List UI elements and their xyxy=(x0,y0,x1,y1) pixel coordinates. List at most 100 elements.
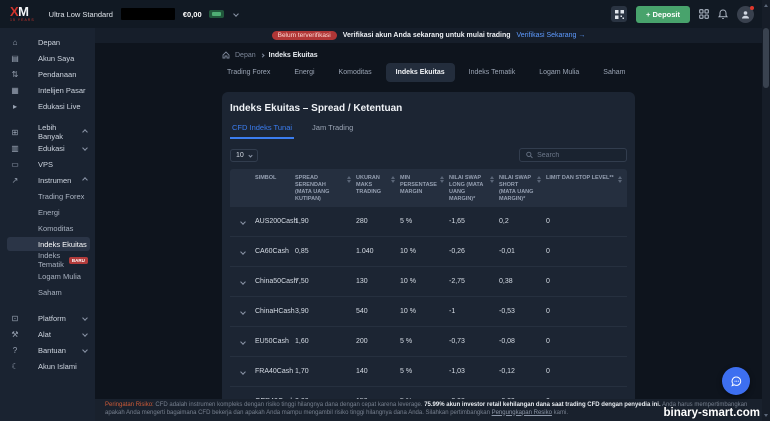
risk-disclosure-link[interactable]: Pengungkapan Resiko xyxy=(492,410,552,416)
expand-row-button[interactable] xyxy=(230,370,255,374)
sidebar-item-trading-forex[interactable]: Trading Forex xyxy=(0,188,95,204)
tab-indeks-ekuitas[interactable]: Indeks Ekuitas xyxy=(386,63,455,82)
sidebar-item-vps[interactable]: ▭VPS xyxy=(0,156,95,172)
sidebar-item-lebih-banyak[interactable]: ⊞Lebih Banyak xyxy=(0,124,95,140)
chevron-down-icon xyxy=(240,369,246,375)
notifications-button[interactable] xyxy=(718,9,728,20)
column-header-min-persentase-margin[interactable]: MIN PERSENTASE MARGIN xyxy=(400,175,449,196)
chat-button[interactable] xyxy=(722,367,750,395)
sidebar-item-pendanaan[interactable]: ⇅Pendanaan xyxy=(0,66,95,82)
expand-row-button[interactable] xyxy=(230,220,255,224)
sidebar-item-label: Platform xyxy=(38,314,66,323)
sidebar-item-instrumen[interactable]: ↗Instrumen xyxy=(0,172,95,188)
sidebar-item-alat[interactable]: ⚒Alat xyxy=(0,326,95,342)
search-box[interactable] xyxy=(519,148,627,162)
sort-icon[interactable] xyxy=(537,175,541,204)
deposit-button[interactable]: + Deposit xyxy=(636,6,690,23)
sidebar-item-depan[interactable]: ⌂Depan xyxy=(0,34,95,50)
sidebar-item-bantuan[interactable]: ?Bantuan xyxy=(0,342,95,358)
apps-grid-button[interactable] xyxy=(699,9,709,19)
table-header-row: SIMBOL SPREAD SERENDAH (MATA UANG KUTIPAN… xyxy=(230,169,627,207)
sidebar-item-label: Instrumen xyxy=(38,176,71,185)
sort-icon[interactable] xyxy=(440,175,444,196)
sidebar-item-label: Energi xyxy=(38,208,60,217)
page-title: Indeks Ekuitas – Spread / Ketentuan xyxy=(230,103,627,114)
sidebar-item-edukasi-live[interactable]: ▸ Edukasi Live xyxy=(0,98,95,114)
table-row[interactable]: China50Cash7,5013010 %-2,750,380 xyxy=(230,267,627,297)
scroll-up-icon[interactable] xyxy=(764,4,768,7)
sort-icon[interactable] xyxy=(618,175,622,183)
sidebar-item-edukasi[interactable]: ▥Edukasi xyxy=(0,140,95,156)
qr-code-button[interactable] xyxy=(611,6,627,22)
sidebar-item-akun-islami[interactable]: ☾Akun Islami xyxy=(0,358,95,374)
verify-now-link[interactable]: Verifikasi Sekarang → xyxy=(517,32,586,39)
expand-row-button[interactable] xyxy=(230,250,255,254)
account-switcher-chevron-icon[interactable] xyxy=(233,11,239,17)
value-cell: 0 xyxy=(546,368,627,375)
user-avatar[interactable] xyxy=(737,6,754,23)
table-row[interactable]: FRA40Cash1,701405 %-1,03-0,120 xyxy=(230,357,627,387)
column-header-nilai-swap-short-mata-uang-margin[interactable]: NILAI SWAP SHORT (MATA UANG MARGIN)* xyxy=(499,175,546,204)
symbol-cell: ChinaHCash xyxy=(255,308,295,315)
sort-icon[interactable] xyxy=(347,175,351,204)
verification-message: Verifikasi akun Anda sekarang untuk mula… xyxy=(343,32,511,39)
value-cell: -0,12 xyxy=(499,368,546,375)
column-header-label: NILAI SWAP SHORT (MATA UANG MARGIN)* xyxy=(499,175,534,204)
xm-logo[interactable]: XM 15 YEARS xyxy=(10,5,35,23)
tab-logam-mulia[interactable]: Logam Mulia xyxy=(529,63,589,82)
table-row[interactable]: AUS200Cash1,902805 %-1,650,20 xyxy=(230,207,627,237)
search-input[interactable] xyxy=(537,152,620,159)
page-size-select[interactable]: 10 xyxy=(230,149,258,162)
tab-indeks-tematik[interactable]: Indeks Tematik xyxy=(459,63,526,82)
sidebar-item-indeks-ekuitas[interactable]: Indeks Ekuitas xyxy=(0,236,95,252)
tab-komoditas[interactable]: Komoditas xyxy=(329,63,382,82)
video-icon: ▸ xyxy=(10,102,20,111)
sidebar-item-platform[interactable]: ⊡Platform xyxy=(0,310,95,326)
sidebar-item-label: Depan xyxy=(38,38,60,47)
column-header-nilai-swap-long-mata-uang-margin[interactable]: NILAI SWAP LONG (MATA UANG MARGIN)* xyxy=(449,175,499,204)
topbar-actions: + Deposit xyxy=(611,6,754,23)
sidebar-item-akun-saya[interactable]: ▤Akun Saya xyxy=(0,50,95,66)
table-row[interactable]: EU50Cash1,602005 %-0,73-0,080 xyxy=(230,327,627,357)
breadcrumb-home[interactable]: Depan xyxy=(235,52,256,59)
panel-tab-jam-trading[interactable]: Jam Trading xyxy=(310,123,355,139)
sidebar-item-label: Edukasi Live xyxy=(38,102,81,111)
column-header-simbol: SIMBOL xyxy=(255,175,295,182)
value-cell: 1,70 xyxy=(295,368,356,375)
tab-saham[interactable]: Saham xyxy=(593,63,635,82)
column-header-ukuran-maks-trading[interactable]: UKURAN MAKS TRADING xyxy=(356,175,400,196)
expand-row-button[interactable] xyxy=(230,340,255,344)
sidebar-item-indeks-tematik[interactable]: Indeks TematikBARU xyxy=(0,252,95,268)
app-window: XM 15 YEARS Ultra Low Standard €0,00 + D… xyxy=(0,0,770,421)
sidebar-nav: ⌂Depan▤Akun Saya⇅Pendanaan▦Intelijen Pas… xyxy=(0,34,95,374)
panel-tab-cfd-indeks-tunai[interactable]: CFD Indeks Tunai xyxy=(230,123,294,139)
bell-icon xyxy=(718,9,728,20)
value-cell: 5 % xyxy=(400,368,449,375)
table-row[interactable]: ChinaHCash3,9054010 %-1-0,530 xyxy=(230,297,627,327)
sidebar-item-label: Komoditas xyxy=(38,224,73,233)
scrollbar-thumb[interactable] xyxy=(763,28,769,88)
column-header-spread-serendah-mata-uang-kutipan[interactable]: SPREAD SERENDAH (MATA UANG KUTIPAN) xyxy=(295,175,356,204)
value-cell: 280 xyxy=(356,218,400,225)
sidebar-item-label: Pendanaan xyxy=(38,70,76,79)
sidebar-item-energi[interactable]: Energi xyxy=(0,204,95,220)
column-header-limit-dan-stop-level[interactable]: LIMIT DAN STOP LEVEL** xyxy=(546,175,627,183)
sidebar-item-saham[interactable]: Saham xyxy=(0,284,95,300)
sort-icon[interactable] xyxy=(490,175,494,204)
sort-icon[interactable] xyxy=(391,175,395,196)
scroll-down-icon[interactable] xyxy=(764,414,768,417)
tab-trading-forex[interactable]: Trading Forex xyxy=(217,63,280,82)
scrollbar[interactable] xyxy=(762,0,770,421)
expand-row-button[interactable] xyxy=(230,280,255,284)
expand-row-button[interactable] xyxy=(230,310,255,314)
table-row[interactable]: CA60Cash0,851.04010 %-0,26-0,010 xyxy=(230,237,627,267)
sidebar-item-komoditas[interactable]: Komoditas xyxy=(0,220,95,236)
column-header-label: SIMBOL xyxy=(255,175,276,182)
topbar: XM 15 YEARS Ultra Low Standard €0,00 + D… xyxy=(0,0,762,28)
sidebar-item-intelijen-pasar[interactable]: ▦Intelijen Pasar xyxy=(0,82,95,98)
tab-energi[interactable]: Energi xyxy=(284,63,324,82)
page-size-value: 10 xyxy=(236,152,244,159)
sidebar-item-logam-mulia[interactable]: Logam Mulia xyxy=(0,268,95,284)
sidebar-item-label: Lebih Banyak xyxy=(38,123,83,141)
person-icon xyxy=(741,10,750,19)
